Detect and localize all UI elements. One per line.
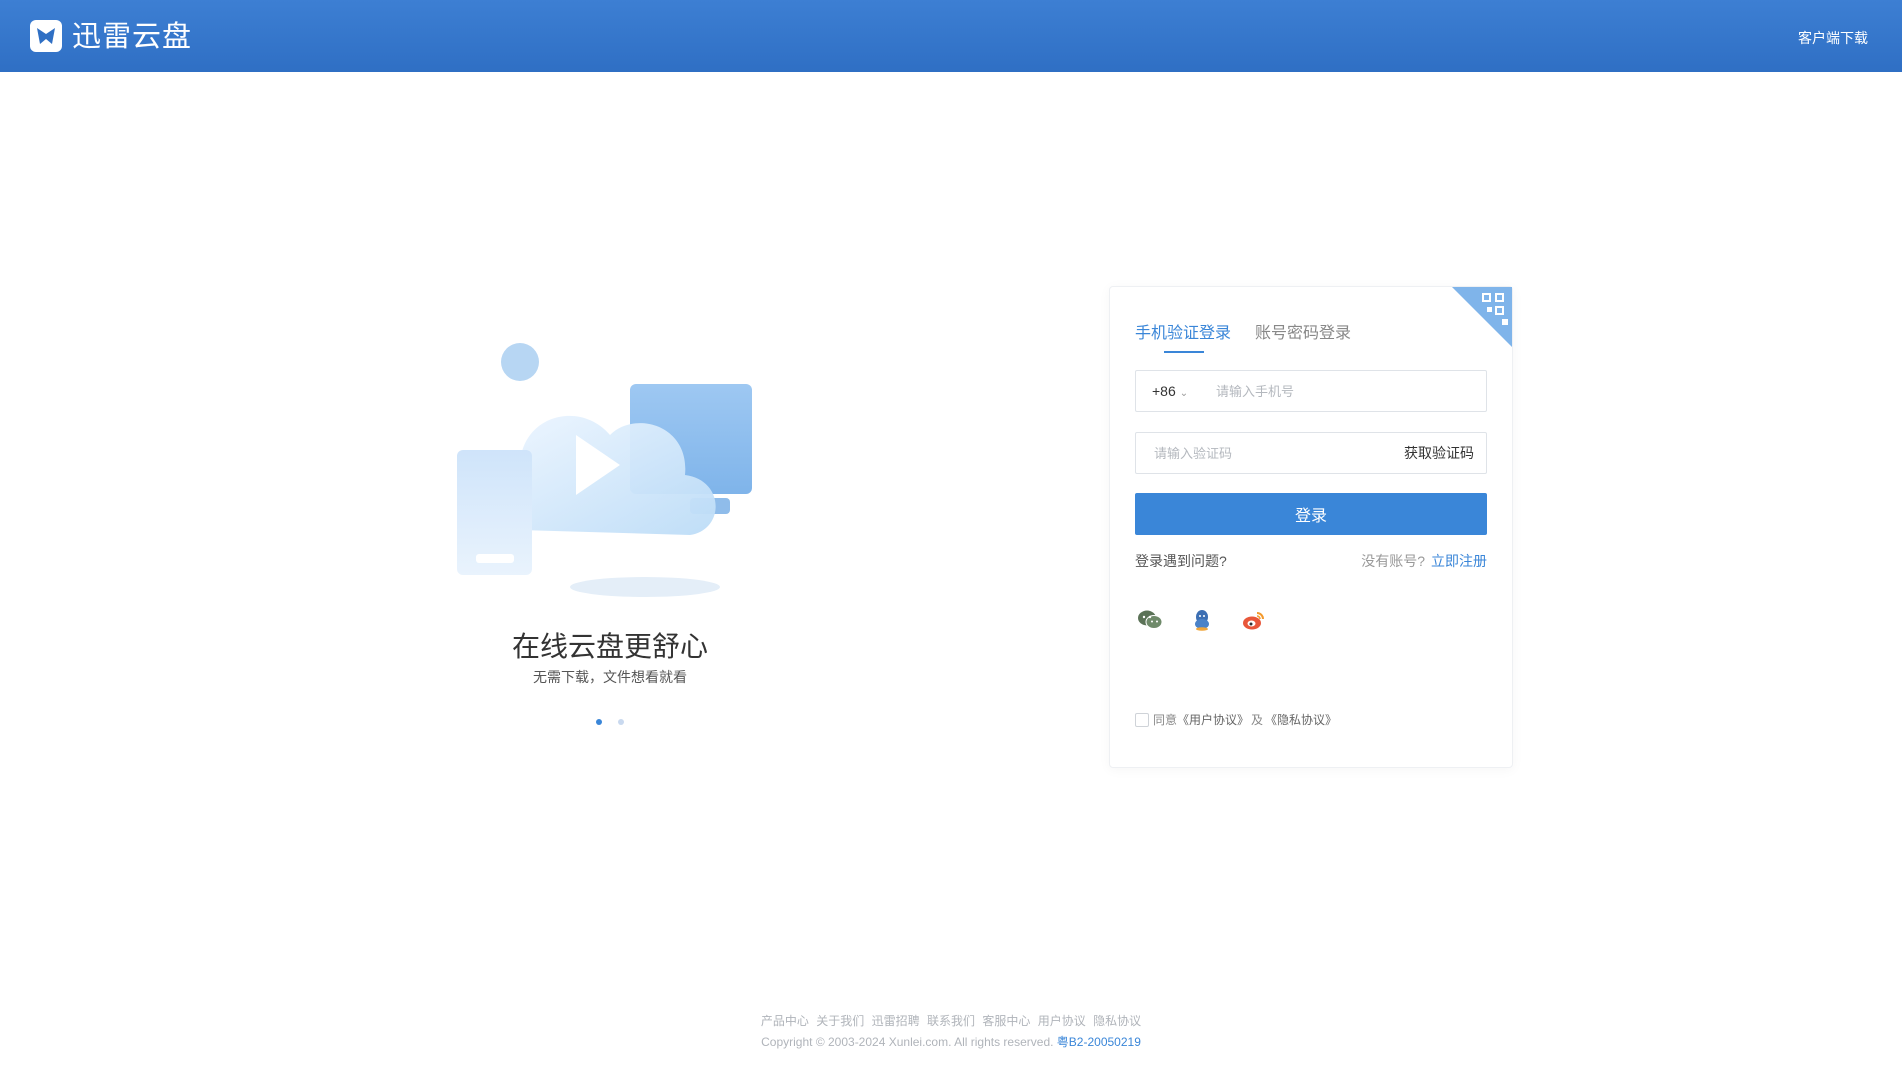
verification-code-input[interactable] xyxy=(1152,438,1376,468)
chevron-down-icon: ⌄ xyxy=(1179,388,1189,399)
footer-copyright: Copyright © 2003-2024 Xunlei.com. All ri… xyxy=(0,1033,1902,1050)
promo-title: 在线云盘更舒心 xyxy=(511,630,708,663)
footer-links: 产品中心 关于我们 迅雷招聘 联系我们 客服中心 用户协议 隐私协议 xyxy=(0,1012,1902,1029)
copyright-text: Copyright © 2003-2024 Xunlei.com. All ri… xyxy=(761,1035,1054,1049)
code-field: 获取验证码 xyxy=(1135,432,1487,474)
register-area: 没有账号? 立即注册 xyxy=(1361,551,1487,571)
footer-link-about[interactable]: 关于我们 xyxy=(816,1014,864,1028)
tab-password-login[interactable]: 账号密码登录 xyxy=(1255,319,1351,353)
thunder-logo-icon xyxy=(30,20,62,52)
country-code-value: +86 xyxy=(1152,383,1176,399)
carousel-dot-2[interactable] xyxy=(618,719,625,725)
and-text: 及 xyxy=(1251,713,1264,727)
agreement-row: 同意 《用户协议》 及 《隐私协议》 xyxy=(1135,711,1337,728)
footer-link-privacy[interactable]: 隐私协议 xyxy=(1093,1014,1141,1028)
brand-name: 迅雷云盘 xyxy=(72,19,193,53)
carousel-dots xyxy=(440,712,780,730)
help-row: 登录遇到问题? 没有账号? 立即注册 xyxy=(1135,551,1487,571)
login-card: 手机验证登录 账号密码登录 +86⌄ 获取验证码 登录 登录遇到问题? 没有账号… xyxy=(1109,286,1513,768)
phone-field: +86 ⌄ xyxy=(1135,370,1487,412)
qq-icon[interactable] xyxy=(1187,605,1217,635)
footer-link-user-agreement[interactable]: 用户协议 xyxy=(1038,1014,1086,1028)
cloud-illustration xyxy=(457,343,752,597)
privacy-agreement-link[interactable]: 《隐私协议》 xyxy=(1265,711,1337,728)
social-login xyxy=(1135,605,1291,635)
footer-link-products[interactable]: 产品中心 xyxy=(761,1014,809,1028)
login-trouble-link[interactable]: 登录遇到问题? xyxy=(1135,553,1227,569)
no-account-text: 没有账号? xyxy=(1361,553,1425,569)
qr-code-icon[interactable] xyxy=(1452,287,1512,347)
top-header: 迅雷云盘 客户端下载 xyxy=(0,0,1902,72)
promo-subtitle: 无需下载，文件想看就看 xyxy=(533,669,687,685)
login-button[interactable]: 登录 xyxy=(1135,493,1487,535)
brand[interactable]: 迅雷云盘 xyxy=(30,20,192,52)
footer-link-careers[interactable]: 迅雷招聘 xyxy=(872,1014,920,1028)
footer-link-contact[interactable]: 联系我们 xyxy=(927,1014,975,1028)
weibo-icon[interactable] xyxy=(1239,605,1269,635)
login-tabs: 手机验证登录 账号密码登录 xyxy=(1135,319,1375,353)
agree-text: 同意 xyxy=(1153,713,1178,727)
agree-checkbox[interactable] xyxy=(1135,712,1149,727)
tab-phone-login[interactable]: 手机验证登录 xyxy=(1135,319,1231,353)
country-code-select[interactable]: +86 ⌄ xyxy=(1152,371,1188,414)
get-code-button[interactable]: 获取验证码 xyxy=(1404,433,1474,473)
wechat-icon[interactable] xyxy=(1135,605,1165,635)
register-link[interactable]: 立即注册 xyxy=(1431,553,1487,569)
icp-link[interactable]: 粤B2-20050219 xyxy=(1057,1035,1141,1049)
footer-link-support[interactable]: 客服中心 xyxy=(982,1014,1030,1028)
promo-section: 在线云盘更舒心 无需下载，文件想看就看 xyxy=(440,330,780,730)
footer: 产品中心 关于我们 迅雷招聘 联系我们 客服中心 用户协议 隐私协议 Copyr… xyxy=(0,1012,1902,1050)
user-agreement-link[interactable]: 《用户协议》 xyxy=(1177,711,1249,728)
phone-input[interactable] xyxy=(1214,376,1478,406)
carousel-dot-1[interactable] xyxy=(595,719,602,725)
client-download-link[interactable]: 客户端下载 xyxy=(1798,28,1868,48)
